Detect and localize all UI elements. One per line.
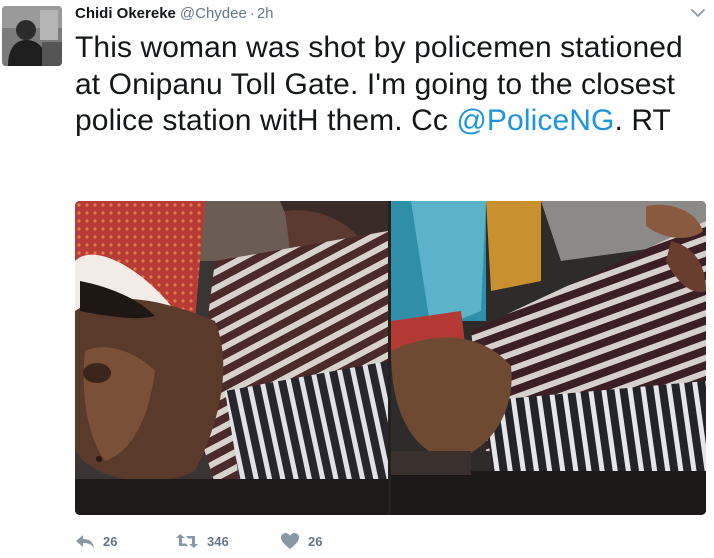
tweet-text: This woman was shot by policemen station… [75,30,705,140]
tweet-photo-1[interactable] [75,201,388,515]
mention-link[interactable]: @PoliceNG [456,104,614,137]
separator-dot: · [249,5,255,22]
author-display-name[interactable]: Chidi Okereke [75,5,176,22]
author-handle[interactable]: @Chydee [180,5,247,22]
tweet[interactable]: Chidi Okereke @Chydee · 2h This woman was s… [0,0,714,558]
tweet-header: Chidi Okereke @Chydee · 2h [75,4,274,24]
tweet-text-tail: . RT [614,104,671,137]
retweet-count: 346 [207,533,229,549]
retweet-button[interactable]: 346 [175,530,229,552]
reply-count: 26 [103,533,118,549]
reply-button[interactable]: 26 [75,530,117,552]
photo-thumbnail-2 [391,201,706,515]
avatar-image [2,6,62,66]
reply-icon [76,535,94,548]
photo-thumbnail-1 [75,201,388,515]
retweet-icon [176,534,198,548]
chevron-down-icon[interactable] [690,6,706,20]
tweet-timestamp[interactable]: 2h [257,5,274,22]
like-count: 26 [308,533,323,549]
media-gallery [75,201,706,515]
author-avatar[interactable] [2,6,62,66]
tweet-photo-2[interactable] [391,201,706,515]
heart-icon [281,533,299,549]
like-button[interactable]: 26 [280,530,322,552]
